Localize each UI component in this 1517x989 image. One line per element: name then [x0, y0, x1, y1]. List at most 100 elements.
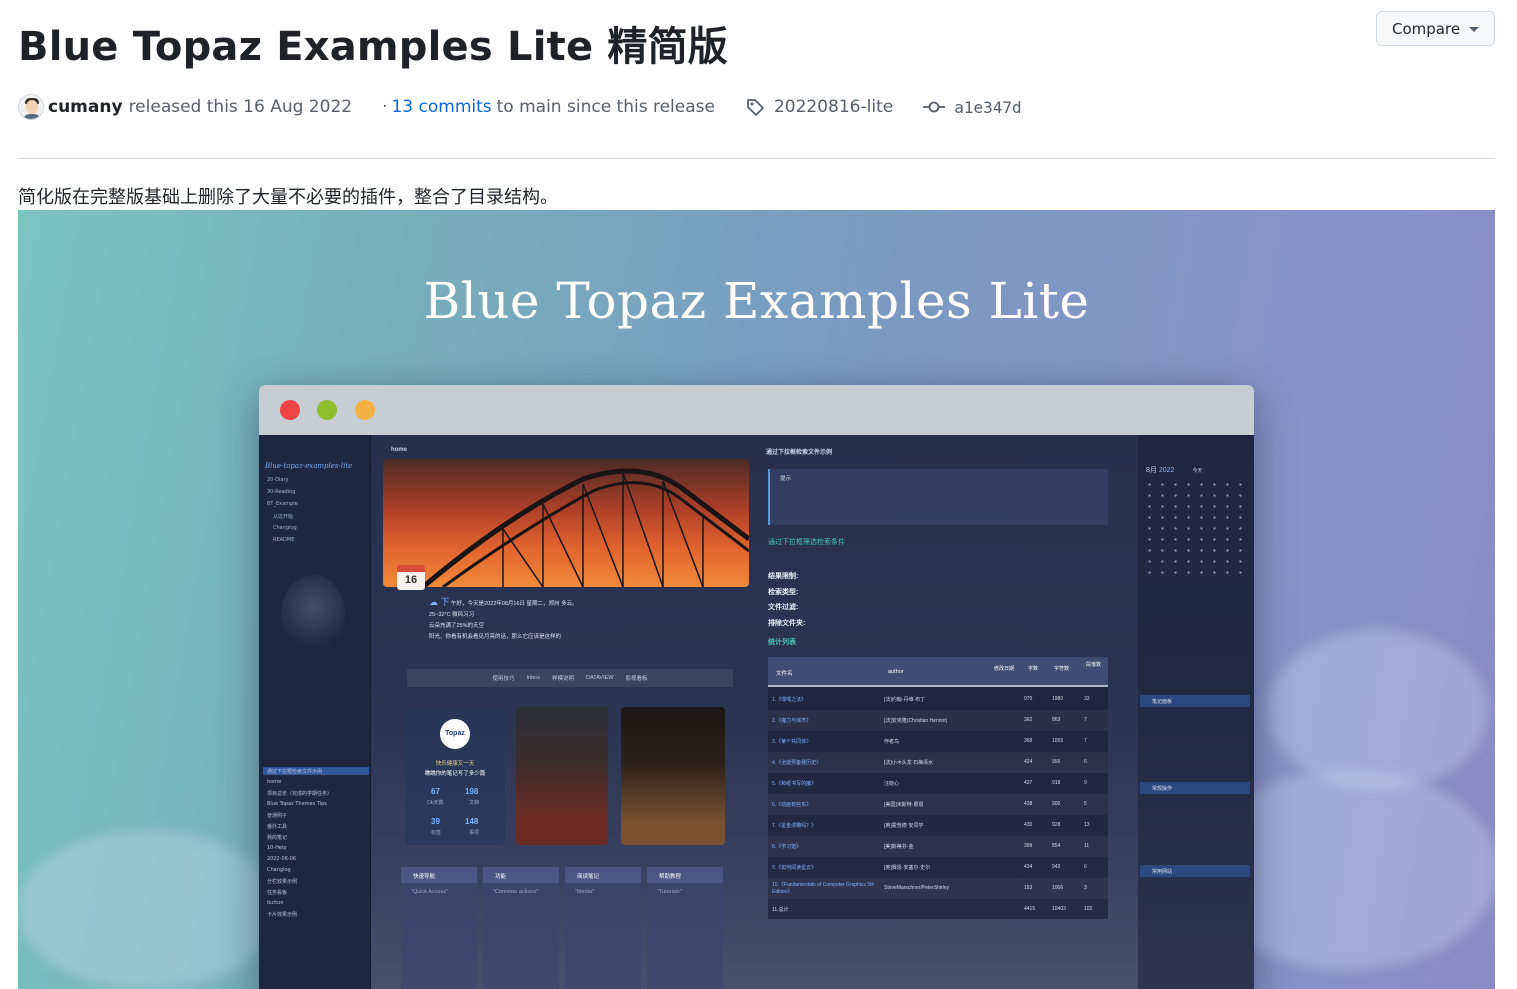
table-row: 6.《动画有些东》 [美国]米斯特·爵恩 438 900 5 [768, 794, 1108, 815]
commits-separator: · [382, 97, 388, 117]
menu-item[interactable]: 使用技巧 [492, 674, 514, 682]
tag-icon [745, 97, 765, 117]
mock-home-pane: home 16 ☁ 下 午好，今天是2022年08月16日 星期二，郑州 多云。… [371, 435, 756, 989]
table-row: 5.《和纸书写的魔》 汪晓心 437 918 9 [772, 780, 1087, 787]
filter-link: 通过下拉框筛选检索条件 [768, 539, 845, 546]
minimize-dot-icon [317, 400, 337, 420]
menu-bar: 使用技巧 Inbox 样模说明 DATAVIEW 影视看板 [407, 669, 733, 687]
bulb-image [281, 575, 345, 655]
stat-label: 文档 [469, 800, 480, 806]
stat-label: 事项 [469, 830, 480, 836]
quick-col: 阅读笔记 "Media" [565, 867, 641, 989]
stat-label: 标签 [431, 830, 442, 836]
author-link[interactable]: cumany [48, 97, 123, 117]
release-screenshot: Blue Topaz Examples Lite Blue-topaz-exam… [18, 210, 1495, 989]
table-row: 1.《嘿嘿之法》 [法]约翰·丹维·布丁 970 1980 33 [772, 696, 1090, 703]
sidebar-file: 分栏效果示例 [267, 879, 298, 885]
tip-callout: 提示 [768, 469, 1108, 525]
form-label: 排除文件夹: [768, 620, 806, 627]
table-row: 2.《魔力与城市》 [法]安克隆(Christian Henriot) 362 … [768, 710, 1108, 731]
table-row: 10.《Fundamentals of Computer Graphics 5t… [768, 878, 1108, 899]
app-window-mockup: Blue-topaz-examples-lite 20-Diary 30-Rea… [259, 385, 1254, 989]
pane-header: home [391, 447, 408, 453]
table-header: 文件名 author 修改日期 字数 字符数 段落数 [768, 657, 1108, 687]
chevron-down-icon [1469, 27, 1479, 32]
stats-table: 文件名 author 修改日期 字数 字符数 段落数 1.《嘿嘿之法》 [法]约… [768, 657, 1108, 919]
form-label: 统计列表 [768, 639, 796, 646]
compare-button-label: Compare [1392, 19, 1461, 38]
vault-name: Blue-topaz-examples-lite [265, 462, 353, 470]
sidebar-file: 10-Help [267, 845, 287, 851]
quick-col-title: 功能 [483, 867, 559, 883]
topaz-logo: Topaz [440, 719, 470, 749]
menu-item[interactable]: DATAVIEW [586, 675, 614, 681]
sidebar-item: 20-Diary [267, 477, 289, 483]
quick-col-sub: "Tutorials" [657, 889, 682, 895]
quick-col: 帮助教程 "Tutorials" [647, 867, 723, 989]
weather-text: ☁ 下 午好，今天是2022年08月16日 星期二，郑州 多云。 25~32°C… [429, 597, 578, 640]
quick-col-title: 帮助教程 [647, 867, 723, 883]
stats-title: 快乐健康又一天 [435, 761, 475, 767]
sidebar-file: 通过下拉框检索文件示例 [267, 769, 323, 775]
calendar-badge: 16 [397, 565, 425, 590]
sidebar-file: button [267, 900, 284, 906]
sidebar-file: 普通例子 [267, 813, 288, 819]
stat-label: Ob天数 [427, 800, 444, 806]
table-row: 4.《全能预备赛历史》 [法]小木头龙 石梅清水 424 956 6 [768, 752, 1108, 773]
mock-right-sidebar: 8月 2022 今天 笔记面板 常规操作 常用网站 [1138, 435, 1254, 989]
sidebar-item: BT_Example [267, 501, 298, 507]
sidebar-file: 卡片效果示例 [267, 912, 298, 918]
book-cover [621, 707, 725, 845]
release-meta: cumany released this 16 Aug 2022 · 13 co… [18, 92, 1022, 122]
sidebar-file: Blue Topaz Themes Tips [267, 801, 327, 807]
quick-col: 功能 "Common actions" [483, 867, 559, 989]
calendar-grid [1143, 479, 1249, 579]
sidebar-file: 我的笔记 [267, 835, 288, 841]
calendar-day: 16 [404, 574, 418, 586]
form-label: 检索类型: [768, 589, 799, 596]
sidebar-file: 番外工具 [267, 824, 288, 830]
hero-title: Blue Topaz Examples Lite [423, 272, 1090, 330]
quick-col-sub: "Media" [575, 889, 594, 895]
maximize-dot-icon [355, 400, 375, 420]
tag-link[interactable]: 20220816-lite [774, 97, 893, 117]
pane-title: 通过下拉框检索文件示例 [766, 450, 833, 456]
panel-section: 笔记面板 [1140, 695, 1250, 707]
commits-suffix: to main since this release [496, 97, 715, 117]
release-title: Blue Topaz Examples Lite 精简版 [18, 24, 728, 70]
stat-number: 39 [431, 817, 440, 826]
menu-item[interactable]: Inbox [527, 675, 540, 681]
stat-number: 67 [431, 787, 440, 796]
quick-col-sub: "Common actions" [493, 889, 539, 895]
quick-col-sub: "Quick Access" [411, 889, 448, 895]
avatar[interactable] [18, 94, 44, 120]
sidebar-file: home [267, 779, 282, 785]
quick-col-title: 快速导航 [401, 867, 477, 883]
commit-hash-link[interactable]: a1e347d [954, 98, 1021, 117]
menu-item[interactable]: 样模说明 [552, 674, 574, 682]
released-text: released this 16 Aug 2022 [128, 97, 353, 117]
compare-button[interactable]: Compare [1376, 11, 1495, 46]
sidebar-item: README [273, 537, 295, 543]
book-cover [516, 707, 608, 845]
sidebar-file: 任务看板 [267, 890, 288, 896]
stat-number: 148 [465, 817, 479, 826]
window-titlebar [259, 385, 1254, 435]
sidebar-file: 项目总览（完成的学期任务） [267, 791, 333, 797]
stats-subtitle: 瞧瞧你的笔记写了多少篇 [424, 771, 486, 777]
close-dot-icon [280, 400, 300, 420]
tip-title: 提示 [780, 476, 792, 482]
quick-access-row: 快速导航 "Quick Access" 功能 "Common actions" … [401, 867, 741, 989]
form-label: 结果限制: [768, 573, 799, 580]
commit-icon [923, 100, 946, 114]
stats-card: Topaz 快乐健康又一天 瞧瞧你的笔记写了多少篇 67 Ob天数 198 文档… [405, 707, 505, 845]
sidebar-file: Changlog [267, 867, 291, 873]
banner-image [383, 459, 749, 587]
commits-link[interactable]: 13 commits [391, 97, 491, 117]
quick-col-title: 阅读笔记 [565, 867, 641, 883]
mock-search-pane: 通过下拉框检索文件示例 提示 通过下拉框筛选检索条件 结果限制: 检索类型: 文… [756, 435, 1138, 989]
menu-item[interactable]: 影视看板 [625, 674, 647, 682]
panel-section: 常规操作 [1140, 782, 1250, 794]
table-row: 3.《某个共同体》 作者鸟 368 1055 7 [772, 738, 1087, 745]
table-row: 8.《学习馆》 [美]斯蒂芬·金 399 854 11 [768, 836, 1108, 857]
